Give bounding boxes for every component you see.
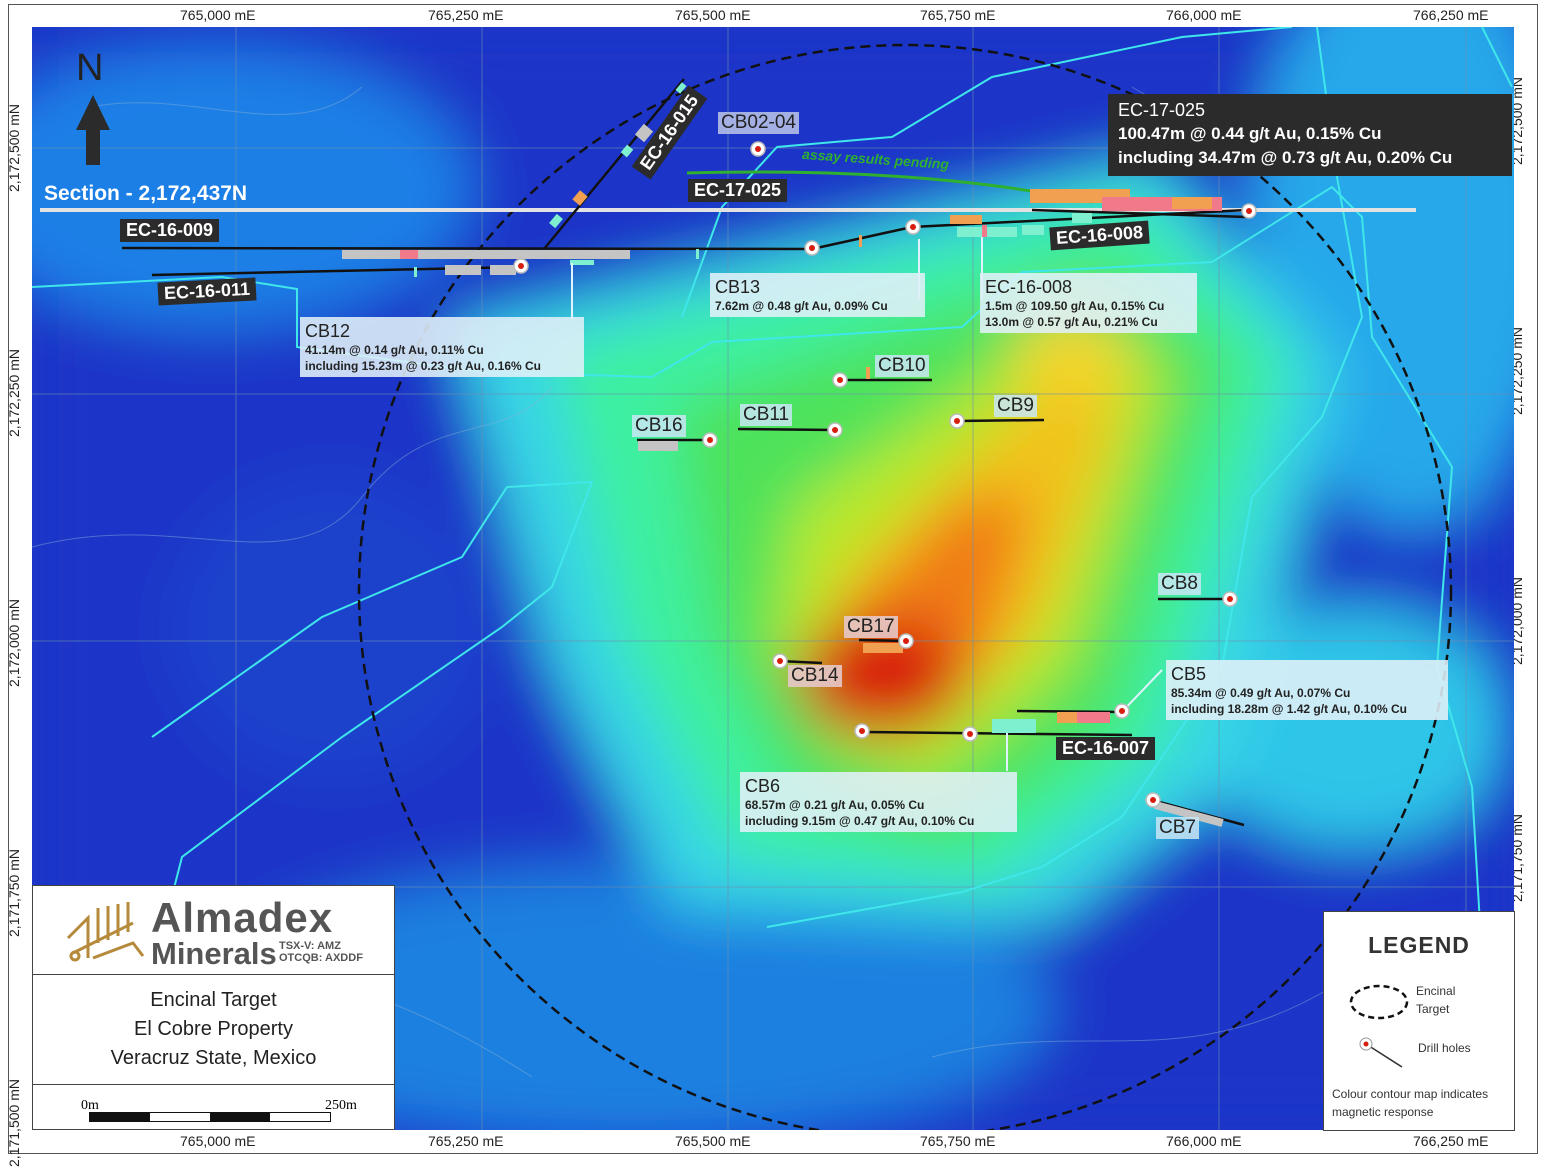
callout-title: CB5	[1171, 664, 1207, 684]
callout-ec-17-025: EC-17-025 100.47m @ 0.44 g/t Au, 0.15% C…	[1108, 94, 1512, 176]
title-block: Almadex Minerals TSX-V: AMZ OTCQB: AXDDF…	[32, 885, 395, 1130]
logo-subname: Minerals	[151, 936, 277, 971]
legend-drill-label: Drill holes	[1418, 1041, 1471, 1055]
callout-cb6: CB6 68.57m @ 0.21 g/t Au, 0.05% Cu inclu…	[740, 772, 1017, 832]
callout-line: including 9.15m @ 0.47 g/t Au, 0.10% Cu	[745, 814, 975, 828]
callout-line: including 18.28m @ 1.42 g/t Au, 0.10% Cu	[1171, 702, 1407, 716]
hole-label: CB9	[994, 395, 1037, 417]
callout-line: including 34.47m @ 0.73 g/t Au, 0.20% Cu	[1118, 148, 1453, 167]
easting-label-bottom: 765,750 mE	[920, 1133, 996, 1149]
easting-label-bottom: 765,500 mE	[675, 1133, 751, 1149]
hole-label: CB02-04	[718, 112, 799, 134]
northing-label-left: 2,172,500 mN	[5, 104, 22, 192]
easting-label-top: 766,000 mE	[1166, 7, 1242, 23]
scale-bar	[89, 1112, 331, 1122]
hole-label: CB8	[1158, 573, 1201, 595]
callout-line: 1.5m @ 109.50 g/t Au, 0.15% Cu	[985, 299, 1165, 313]
easting-label-top: 766,250 mE	[1413, 7, 1489, 23]
legend-target-line: Encinal	[1416, 984, 1456, 998]
hole-label: CB14	[788, 665, 842, 687]
northing-label-left: 2,171,500 mN	[5, 1079, 22, 1167]
callout-line: 100.47m @ 0.44 g/t Au, 0.15% Cu	[1118, 124, 1382, 143]
easting-label-bottom: 765,250 mE	[428, 1133, 504, 1149]
north-label: N	[76, 47, 104, 89]
hole-label: CB16	[632, 415, 686, 437]
northing-label-left: 2,172,250 mN	[5, 349, 22, 437]
callout-cb5: CB5 85.34m @ 0.49 g/t Au, 0.07% Cu inclu…	[1166, 660, 1448, 720]
map-title: Encinal Target El Cobre Property Veracru…	[33, 986, 394, 1073]
northing-label-left: 2,172,000 mN	[5, 599, 22, 687]
callout-line: 68.57m @ 0.21 g/t Au, 0.05% Cu	[745, 798, 925, 812]
easting-label-top: 765,500 mE	[675, 7, 751, 23]
legend-note-line: Colour contour map indicates	[1332, 1087, 1489, 1101]
logo-panel: Almadex Minerals TSX-V: AMZ OTCQB: AXDDF	[33, 886, 394, 975]
title-line: Encinal Target	[150, 989, 277, 1011]
drill-trace-label: EC-16-007	[1056, 737, 1156, 760]
easting-label-bottom: 766,250 mE	[1413, 1133, 1489, 1149]
almadex-logo-icon	[66, 902, 145, 962]
legend-note-line: magnetic response	[1332, 1105, 1434, 1119]
target-boundary-icon	[1349, 984, 1409, 1020]
legend-note: Colour contour map indicates magnetic re…	[1332, 1085, 1488, 1121]
ticker-tsx: TSX-V: AMZ	[279, 940, 341, 952]
title-line: Veracruz State, Mexico	[110, 1047, 317, 1069]
callout-line: 41.14m @ 0.14 g/t Au, 0.11% Cu	[305, 343, 484, 357]
hole-label: CB10	[875, 355, 929, 377]
section-label: Section - 2,172,437N	[44, 182, 248, 205]
title-line: El Cobre Property	[134, 1018, 293, 1040]
easting-label-top: 765,750 mE	[920, 7, 996, 23]
northing-label-left: 2,171,750 mN	[5, 849, 22, 937]
callout-title: EC-17-025	[1118, 100, 1206, 120]
legend: LEGEND Encinal Target Drill holes Colour…	[1323, 911, 1515, 1131]
hole-label: CB17	[844, 616, 898, 638]
logo-tickers: TSX-V: AMZ OTCQB: AXDDF	[279, 940, 363, 964]
callout-title: CB13	[715, 277, 761, 297]
ticker-otcqb: OTCQB: AXDDF	[279, 952, 363, 964]
hole-label: CB11	[740, 404, 793, 426]
callout-cb12: CB12 41.14m @ 0.14 g/t Au, 0.11% Cu incl…	[300, 317, 584, 377]
callout-ec-16-008: EC-16-008 1.5m @ 109.50 g/t Au, 0.15% Cu…	[980, 273, 1197, 333]
legend-target-label: Encinal Target	[1416, 982, 1455, 1018]
callout-line: 7.62m @ 0.48 g/t Au, 0.09% Cu	[715, 299, 888, 313]
scale-divider	[33, 1084, 394, 1085]
legend-target-line: Target	[1416, 1002, 1450, 1016]
drill-trace-label: EC-16-009	[120, 219, 220, 242]
hole-label: CB7	[1156, 817, 1199, 839]
easting-label-top: 765,250 mE	[428, 7, 504, 23]
logo-name: Almadex	[151, 894, 334, 941]
drill-hole-icon	[1359, 1037, 1403, 1068]
legend-heading: LEGEND	[1368, 932, 1470, 958]
callout-title: CB12	[305, 321, 351, 341]
easting-label-top: 765,000 mE	[180, 7, 256, 23]
easting-label-bottom: 765,000 mE	[180, 1133, 256, 1149]
callout-line: including 15.23m @ 0.23 g/t Au, 0.16% Cu	[305, 359, 541, 373]
callout-title: CB6	[745, 776, 781, 796]
callout-title: EC-16-008	[985, 277, 1073, 297]
callout-line: 85.34m @ 0.49 g/t Au, 0.07% Cu	[1171, 686, 1351, 700]
callout-line: 13.0m @ 0.57 g/t Au, 0.21% Cu	[985, 315, 1158, 329]
callout-cb13: CB13 7.62m @ 0.48 g/t Au, 0.09% Cu	[710, 273, 925, 317]
drill-trace-label: EC-17-025	[688, 179, 788, 202]
easting-label-bottom: 766,000 mE	[1166, 1133, 1242, 1149]
